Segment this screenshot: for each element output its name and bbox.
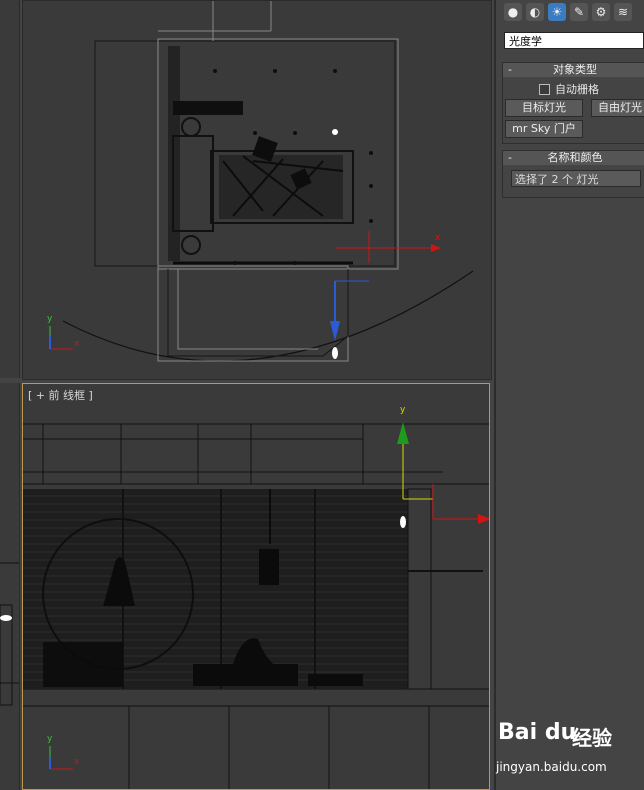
viewport-left-strip-top[interactable] bbox=[0, 0, 20, 378]
watermark-logo: Bai du bbox=[498, 720, 577, 745]
gizmo-y-label: y bbox=[400, 405, 406, 415]
selection-name-field[interactable]: 选择了 2 个 灯光 bbox=[511, 170, 641, 187]
front-axis-x-label: x bbox=[74, 757, 80, 767]
object-type-header[interactable]: - 对象类型 bbox=[503, 63, 644, 77]
axis-y-label: y bbox=[47, 314, 53, 324]
viewport-left-strip-bottom[interactable] bbox=[0, 383, 20, 790]
lights-tab-icon[interactable]: ☀ bbox=[548, 3, 566, 21]
free-light-button[interactable]: 自由灯光 bbox=[591, 99, 644, 117]
name-color-rollout: - 名称和颜色 选择了 2 个 灯光 bbox=[502, 150, 644, 198]
target-light-button[interactable]: 目标灯光 bbox=[505, 99, 583, 117]
watermark-url: jingyan.baidu.com bbox=[496, 760, 607, 774]
front-viewport-drawing bbox=[23, 422, 489, 789]
gizmo-x-label: x bbox=[435, 233, 441, 243]
mr-sky-portal-button[interactable]: mr Sky 门户 bbox=[505, 120, 583, 138]
autogrid-checkbox[interactable] bbox=[539, 83, 550, 95]
autogrid-label: 自动栅格 bbox=[555, 83, 599, 96]
axis-x-label: x bbox=[74, 339, 80, 349]
spacewarps-tab-icon[interactable]: ≋ bbox=[614, 3, 632, 21]
category-dropdown[interactable]: 光度学 bbox=[504, 32, 644, 49]
watermark-text: 经验 bbox=[572, 726, 612, 750]
viewport-label[interactable]: [ + 前 线框 ] bbox=[28, 387, 93, 403]
shapes-tab-icon[interactable]: ◐ bbox=[526, 3, 544, 21]
top-viewport[interactable]: x x y bbox=[22, 0, 492, 380]
helpers-tab-icon[interactable]: ⚙ bbox=[592, 3, 610, 21]
geometry-tab-icon[interactable]: ● bbox=[504, 3, 522, 21]
cameras-tab-icon[interactable]: ✎ bbox=[570, 3, 588, 21]
object-type-title: 对象类型 bbox=[553, 63, 597, 76]
name-color-title: 名称和颜色 bbox=[547, 151, 603, 164]
name-color-header[interactable]: - 名称和颜色 bbox=[503, 151, 644, 165]
command-panel: ● ◐ ☀ ✎ ⚙ ≋ 光度学 - 对象类型 自动栅格 目标灯光 自由灯光 mr … bbox=[494, 0, 644, 790]
create-tabbar: ● ◐ ☀ ✎ ⚙ ≋ bbox=[504, 3, 632, 21]
top-viewport-drawing bbox=[49, 1, 474, 362]
front-viewport[interactable]: [ + 前 线框 ] y x y bbox=[22, 383, 490, 790]
front-axis-y-label: y bbox=[47, 734, 53, 744]
object-type-rollout: - 对象类型 自动栅格 目标灯光 自由灯光 mr Sky 门户 bbox=[502, 62, 644, 144]
left-strip-drawing bbox=[0, 562, 19, 706]
watermark: Bai du 经验 jingyan.baidu.com bbox=[494, 712, 644, 790]
autogrid-row[interactable]: 自动栅格 bbox=[539, 81, 644, 97]
